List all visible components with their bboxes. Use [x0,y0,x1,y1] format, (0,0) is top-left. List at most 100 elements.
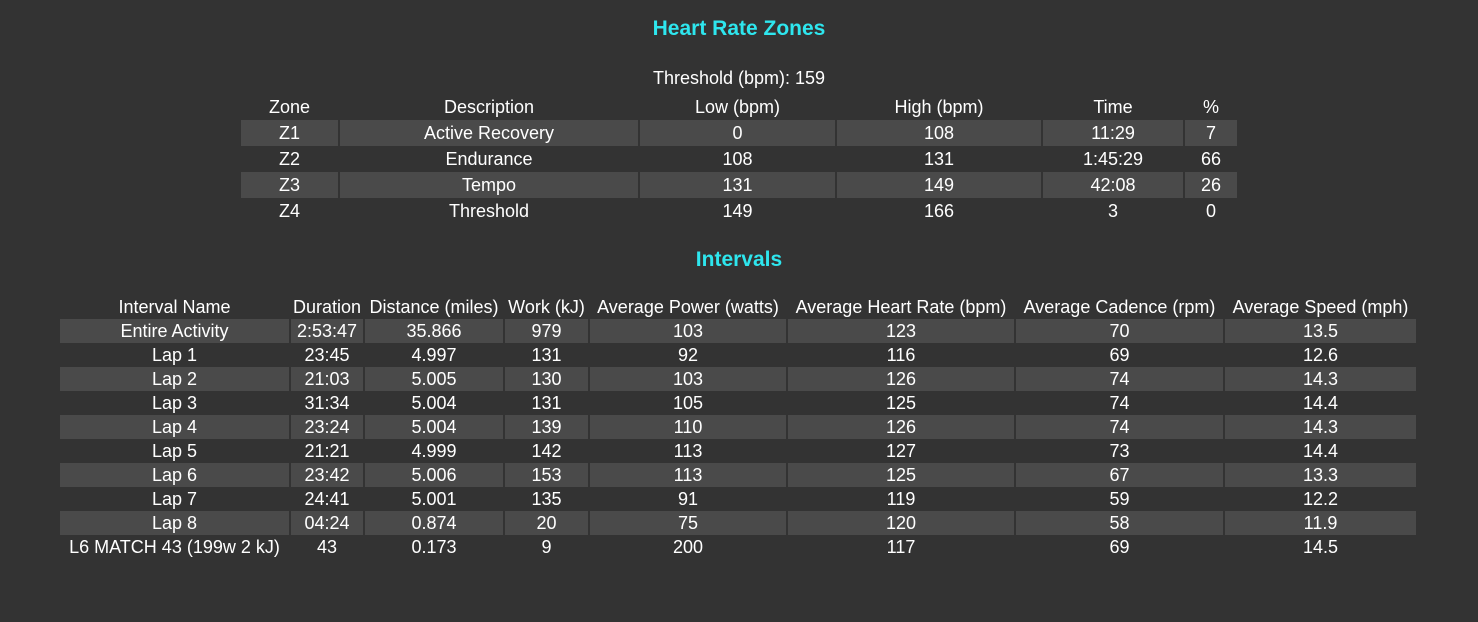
zone-table-cell: Z4 [278,201,300,221]
interval-table-cell: 119 [886,489,916,509]
interval-table-cell: 04:24 [291,511,363,535]
interval-table-cell: 59 [1109,489,1130,509]
zone-column-header: Time [1093,97,1133,117]
interval-table-row: Lap 4 23:24 5.004 139 110 126 74 14.3 [60,415,1416,439]
interval-column-header: Average Speed (mph) [1232,297,1409,317]
interval-table-cell: 126 [788,415,1014,439]
zone-table-cell: Z3 [241,172,338,198]
interval-table-cell: 14.4 [1302,441,1339,461]
heart-rate-zones-title: Heart Rate Zones [652,17,826,40]
interval-table-cell: 9 [541,537,552,557]
interval-table-cell: 0.173 [411,537,457,557]
interval-table-cell: 69 [1109,345,1130,365]
interval-table-cell: 11.9 [1225,511,1416,535]
interval-table-cell: Lap 3 [151,393,198,413]
interval-table-row: Lap 1 23:45 4.997 131 92 116 69 12.6 [60,343,1416,367]
zone-table-cell: 3 [1107,201,1118,221]
zones-header-row: Zone Description Low (bpm) High (bpm) Time% [241,94,1237,120]
zone-table-cell: 42:08 [1043,172,1183,198]
interval-table-row: Lap 8 04:24 0.874 20 75 120 58 11.9 [60,511,1416,535]
interval-table-cell: 103 [590,367,786,391]
interval-table-cell: 5.006 [365,463,503,487]
interval-table-cell: 0.874 [365,511,503,535]
interval-table-cell: 74 [1016,367,1223,391]
interval-table-cell: 24:41 [304,489,350,509]
interval-table-cell: 23:24 [291,415,363,439]
zone-table-row: Z4 Threshold 149 166 3 0 [241,198,1237,224]
interval-table-cell: 979 [505,319,588,343]
interval-table-cell: 5.004 [365,415,503,439]
zone-table-cell: 11:29 [1043,120,1183,146]
interval-table-row: Lap 3 31:34 5.004 131 105 125 74 14.4 [60,391,1416,415]
zone-table-cell: 1:45:29 [1082,149,1144,169]
interval-table-cell: Lap 4 [60,415,289,439]
interval-table-row: Lap 7 24:41 5.001 135 91 119 59 12.2 [60,487,1416,511]
zone-table-cell: 149 [722,201,753,221]
interval-table-cell: 103 [590,319,786,343]
interval-table-cell: Lap 1 [151,345,198,365]
interval-table-cell: 200 [672,537,704,557]
interval-table-cell: 5.004 [411,393,457,413]
zone-column-header: Description [443,97,535,117]
intervals-table: Interval Name Duration Distance (miles) Wor… [58,295,1418,559]
zone-column-header: Low (bpm) [694,97,781,117]
heart-rate-zones-table: Zone Description Low (bpm) High (bpm) Time% … [239,94,1239,224]
intervals-header-row: Interval Name Duration Distance (miles) Wor… [60,295,1416,319]
interval-table-cell: 14.3 [1225,367,1416,391]
interval-table-cell: 131 [531,393,562,413]
interval-table-cell: 120 [788,511,1014,535]
interval-table-cell: 74 [1109,393,1130,413]
interval-table-cell: Lap 8 [60,511,289,535]
zone-table-cell: Endurance [445,149,533,169]
interval-table-cell: Lap 6 [60,463,289,487]
interval-table-cell: 116 [886,345,916,365]
interval-table-cell: 75 [590,511,786,535]
zone-table-row: Z3 Tempo 131 149 42:08 26 [241,172,1237,198]
interval-table-cell: 69 [1109,537,1130,557]
interval-table-cell: 125 [885,393,917,413]
interval-table-row: L6 MATCH 43 (199w 2 kJ) 43 0.173 9 200 117 69 1… [60,535,1416,559]
intervals-title: Intervals [695,248,783,271]
interval-table-cell: 113 [673,441,703,461]
interval-table-cell: 23:45 [304,345,350,365]
interval-table-cell: Lap 2 [60,367,289,391]
interval-column-header: Average Cadence (rpm) [1023,297,1216,317]
interval-table-cell: Lap 5 [151,441,198,461]
interval-table-cell: 5.005 [365,367,503,391]
interval-column-header: Work (kJ) [508,297,585,317]
zone-table-cell: 26 [1185,172,1237,198]
interval-table-cell: 153 [505,463,588,487]
interval-table-cell: 12.6 [1302,345,1339,365]
interval-table-cell: 21:21 [304,441,350,461]
interval-table-row: Lap 5 21:21 4.999 142 113 127 73 14.4 [60,439,1416,463]
interval-table-cell: 4.997 [411,345,457,365]
interval-column-header: Average Heart Rate (bpm) [795,297,1007,317]
interval-table-cell: 73 [1109,441,1130,461]
interval-table-cell: 70 [1016,319,1223,343]
interval-table-cell: 105 [672,393,704,413]
zone-table-cell: Z1 [241,120,338,146]
interval-table-cell: 35.866 [365,319,503,343]
interval-table-cell: 117 [886,537,916,557]
interval-table-cell: 14.3 [1225,415,1416,439]
interval-table-cell: 4.999 [411,441,457,461]
activity-summary-page: Heart Rate Zones Threshold (bpm): 159 Zo… [0,0,1478,622]
interval-table-row: Entire Activity 2:53:47 35.866 979 103 123 70 1… [60,319,1416,343]
interval-table-cell: 74 [1016,415,1223,439]
interval-table-cell: 139 [505,415,588,439]
interval-table-cell: 142 [531,441,562,461]
interval-table-cell: 125 [788,463,1014,487]
interval-column-header: Interval Name [118,297,231,317]
interval-column-header: Duration [292,297,362,317]
zone-table-cell: 131 [640,172,835,198]
zone-table-cell: 0 [640,120,835,146]
zone-column-header: % [1202,97,1219,117]
zone-table-cell: 66 [1200,149,1222,169]
interval-table-cell: 67 [1016,463,1223,487]
zone-table-cell: Z2 [278,149,300,169]
interval-table-cell: 58 [1016,511,1223,535]
zone-table-row: Z2 Endurance 108 131 1:45:29 66 [241,146,1237,172]
interval-column-header: Distance (miles) [369,297,499,317]
interval-table-cell: L6 MATCH 43 (199w 2 kJ) [69,537,280,557]
interval-table-cell: 14.5 [1302,537,1339,557]
